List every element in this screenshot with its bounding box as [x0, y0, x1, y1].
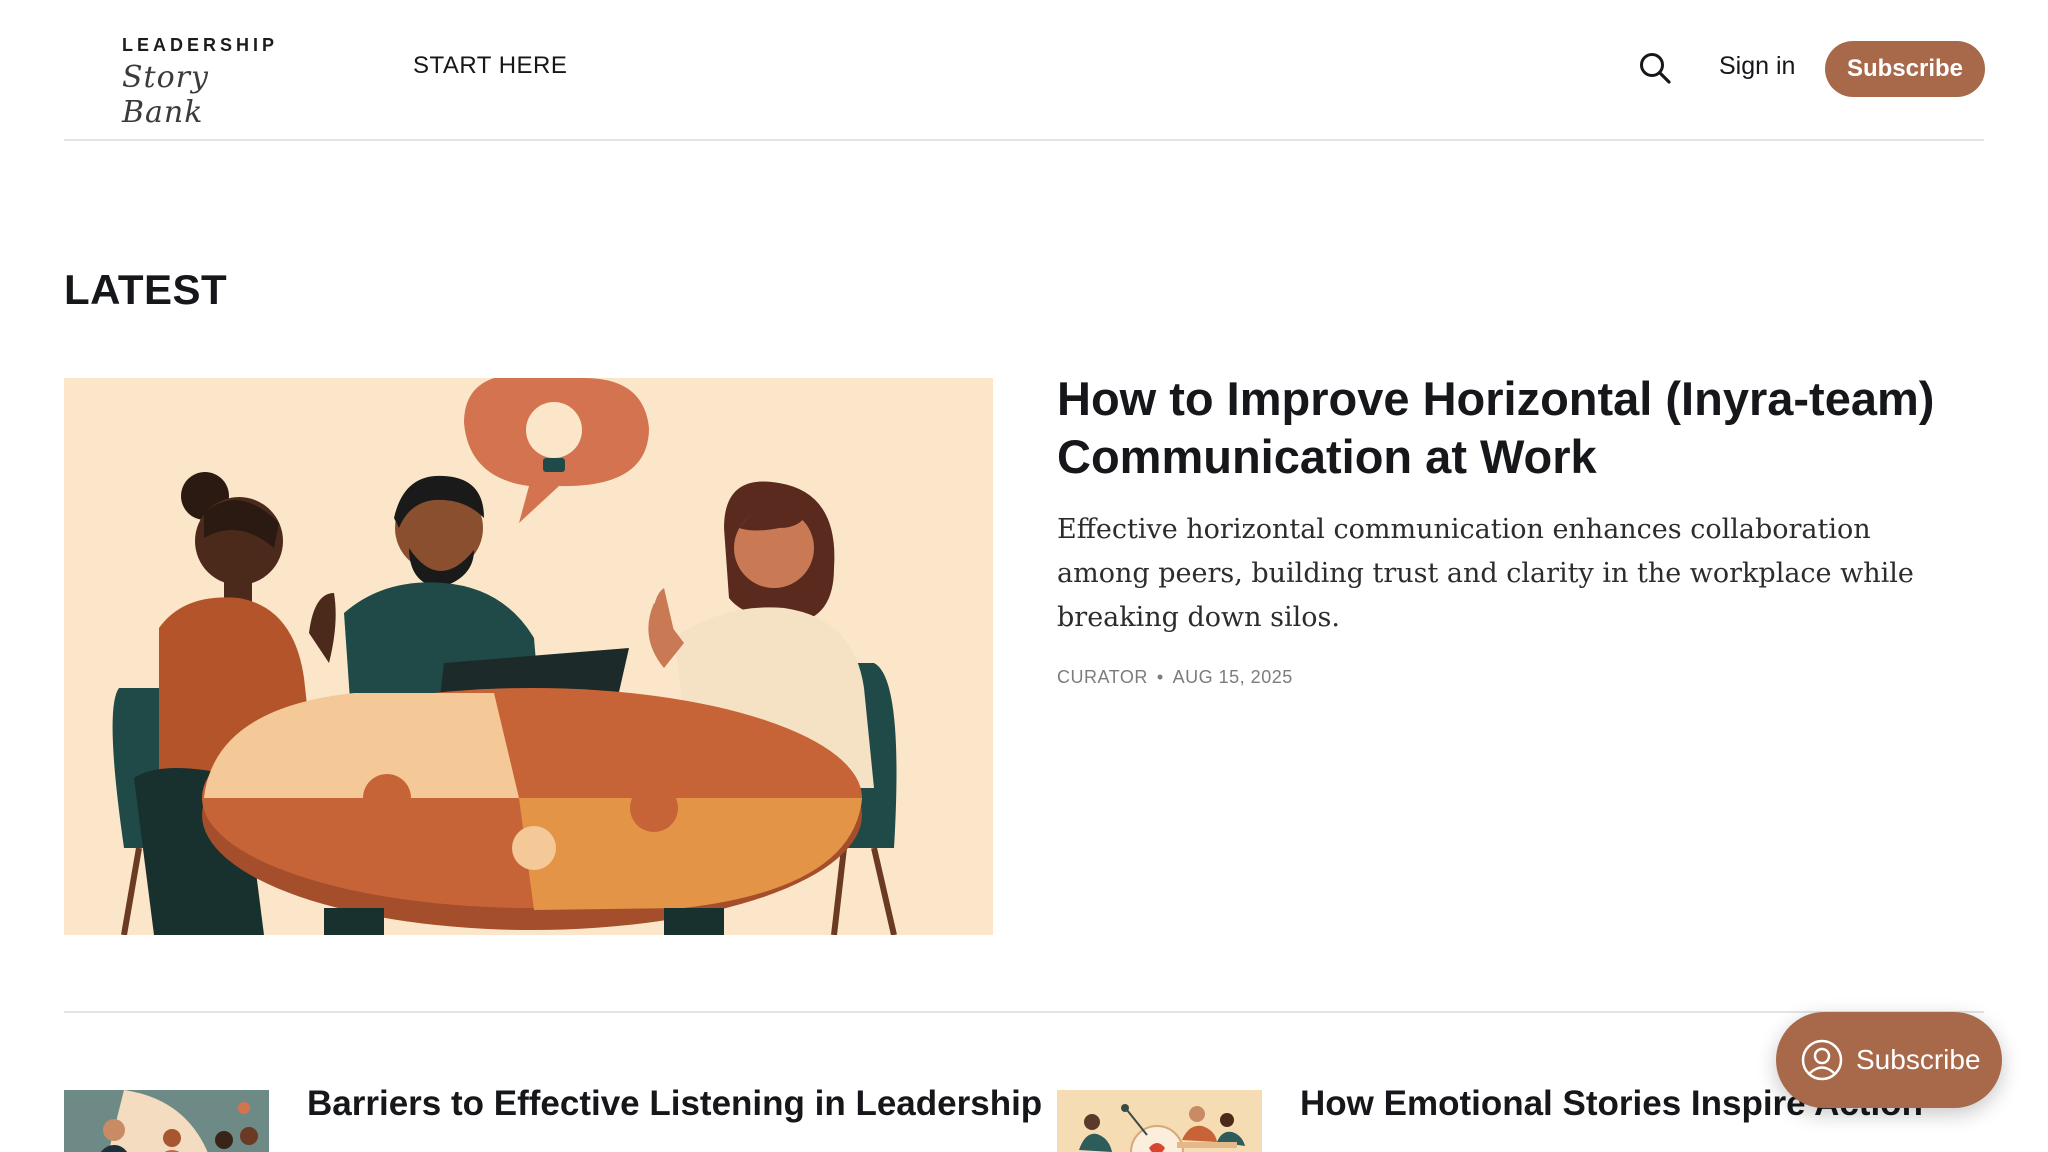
featured-title[interactable]: How to Improve Horizontal (Inyra-team) C…	[1057, 370, 1957, 486]
team-meeting-illustration	[64, 378, 993, 935]
floating-subscribe-label: Subscribe	[1856, 1044, 1981, 1075]
featured-excerpt: Effective horizontal communication enhan…	[1057, 514, 1914, 633]
search-button[interactable]	[1637, 50, 1675, 88]
post-thumbnail[interactable]	[1057, 1090, 1262, 1152]
featured-meta: CURATOR • AUG 15, 2025	[1057, 667, 1293, 688]
listening-illustration	[64, 1090, 269, 1152]
logo-wordmark: LEADERSHIP	[122, 35, 279, 55]
site-header: LEADERSHIP Story Bank START HERE Sign in…	[64, 0, 1985, 141]
nav-start-here[interactable]: START HERE	[413, 52, 567, 80]
search-icon	[1640, 53, 1671, 84]
subscribe-button[interactable]: Subscribe	[1825, 41, 1985, 97]
section-divider	[64, 1011, 1984, 1013]
user-icon	[1801, 1039, 1843, 1081]
floating-subscribe-button[interactable]: Subscribe	[1776, 1012, 2002, 1108]
section-title: LATEST	[64, 266, 228, 313]
post-author[interactable]: CURATOR	[1057, 667, 1148, 687]
post-date: AUG 15, 2025	[1172, 667, 1293, 687]
featured-image[interactable]	[64, 378, 993, 935]
meta-separator: •	[1156, 667, 1164, 687]
site-logo[interactable]: LEADERSHIP Story Bank	[122, 32, 274, 130]
logo-script: Story Bank	[122, 60, 209, 130]
sign-in-link[interactable]: Sign in	[1719, 52, 1795, 81]
post-thumbnail[interactable]	[64, 1090, 269, 1152]
emotional-stories-illustration	[1057, 1090, 1262, 1152]
post-title[interactable]: Barriers to Effective Listening in Leade…	[307, 1084, 1042, 1124]
